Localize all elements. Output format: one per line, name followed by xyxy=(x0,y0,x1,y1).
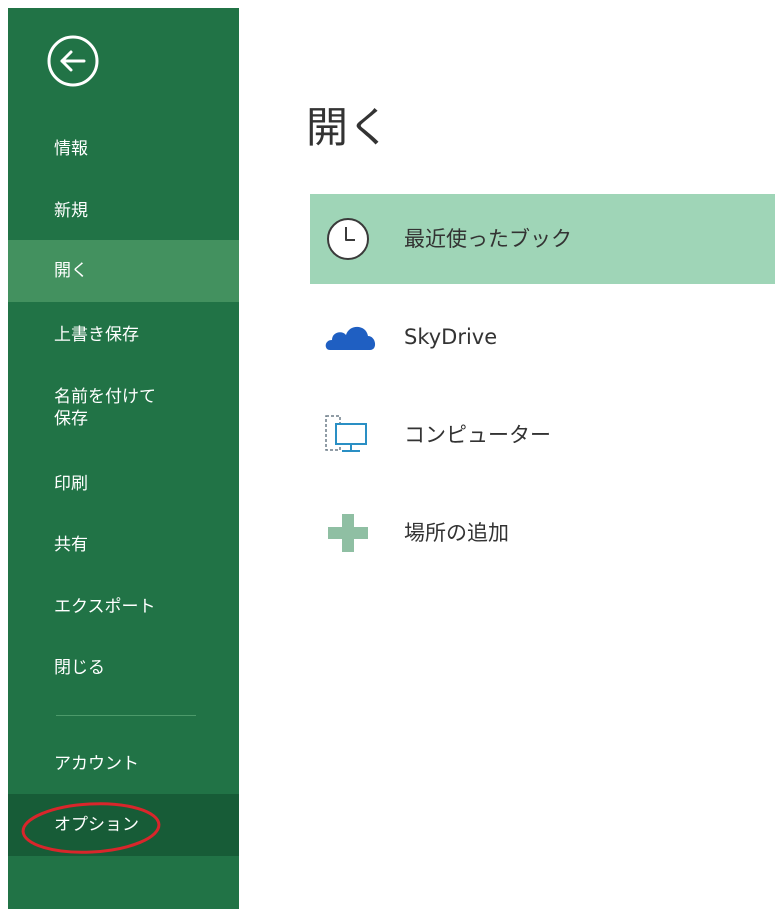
cloud-icon xyxy=(322,312,376,362)
clock-icon xyxy=(322,214,374,264)
nav-item-label: エクスポート xyxy=(54,597,156,617)
nav-item-save-as[interactable]: 名前を付けて 保存 xyxy=(8,376,239,440)
location-recent-workbooks[interactable]: 最近使ったブック xyxy=(310,194,775,284)
nav-item-account[interactable]: アカウント xyxy=(8,741,239,787)
backstage-sidebar: 情報 新規 開く 上書き保存 名前を付けて 保存 印刷 共有 エクスポート 閉じ… xyxy=(8,8,239,909)
computer-icon xyxy=(322,410,374,460)
nav-item-export[interactable]: エクスポート xyxy=(8,584,239,630)
plus-icon xyxy=(322,508,374,558)
nav-item-label: オプション xyxy=(54,815,139,835)
nav-item-info[interactable]: 情報 xyxy=(8,126,239,172)
location-label: コンピューター xyxy=(404,423,551,447)
location-add-place[interactable]: 場所の追加 xyxy=(310,488,775,578)
nav-item-print[interactable]: 印刷 xyxy=(8,461,239,507)
back-arrow-icon xyxy=(47,35,99,87)
nav-item-label: 共有 xyxy=(54,535,88,555)
location-computer[interactable]: コンピューター xyxy=(310,390,775,480)
nav-item-label: アカウント xyxy=(54,754,139,774)
nav-item-label: 開く xyxy=(54,261,88,281)
nav-item-label: 閉じる xyxy=(54,658,105,678)
nav-item-share[interactable]: 共有 xyxy=(8,522,239,568)
sidebar-divider xyxy=(56,715,196,716)
nav-item-save[interactable]: 上書き保存 xyxy=(8,312,239,358)
back-button[interactable] xyxy=(44,32,102,90)
nav-item-label: 上書き保存 xyxy=(54,325,139,345)
location-skydrive[interactable]: SkyDrive xyxy=(310,292,775,382)
nav-item-new[interactable]: 新規 xyxy=(8,188,239,234)
location-label: SkyDrive xyxy=(404,325,498,349)
nav-item-options[interactable]: オプション xyxy=(8,794,239,856)
location-label: 最近使ったブック xyxy=(404,227,572,251)
nav-item-label: 印刷 xyxy=(54,474,88,494)
nav-item-label: 情報 xyxy=(54,139,88,159)
page-title: 開く xyxy=(306,103,391,152)
nav-item-label: 新規 xyxy=(54,201,88,221)
location-label: 場所の追加 xyxy=(404,521,509,545)
nav-item-label: 名前を付けて 保存 xyxy=(54,387,156,429)
nav-item-open[interactable]: 開く xyxy=(8,240,239,302)
nav-item-close[interactable]: 閉じる xyxy=(8,645,239,691)
